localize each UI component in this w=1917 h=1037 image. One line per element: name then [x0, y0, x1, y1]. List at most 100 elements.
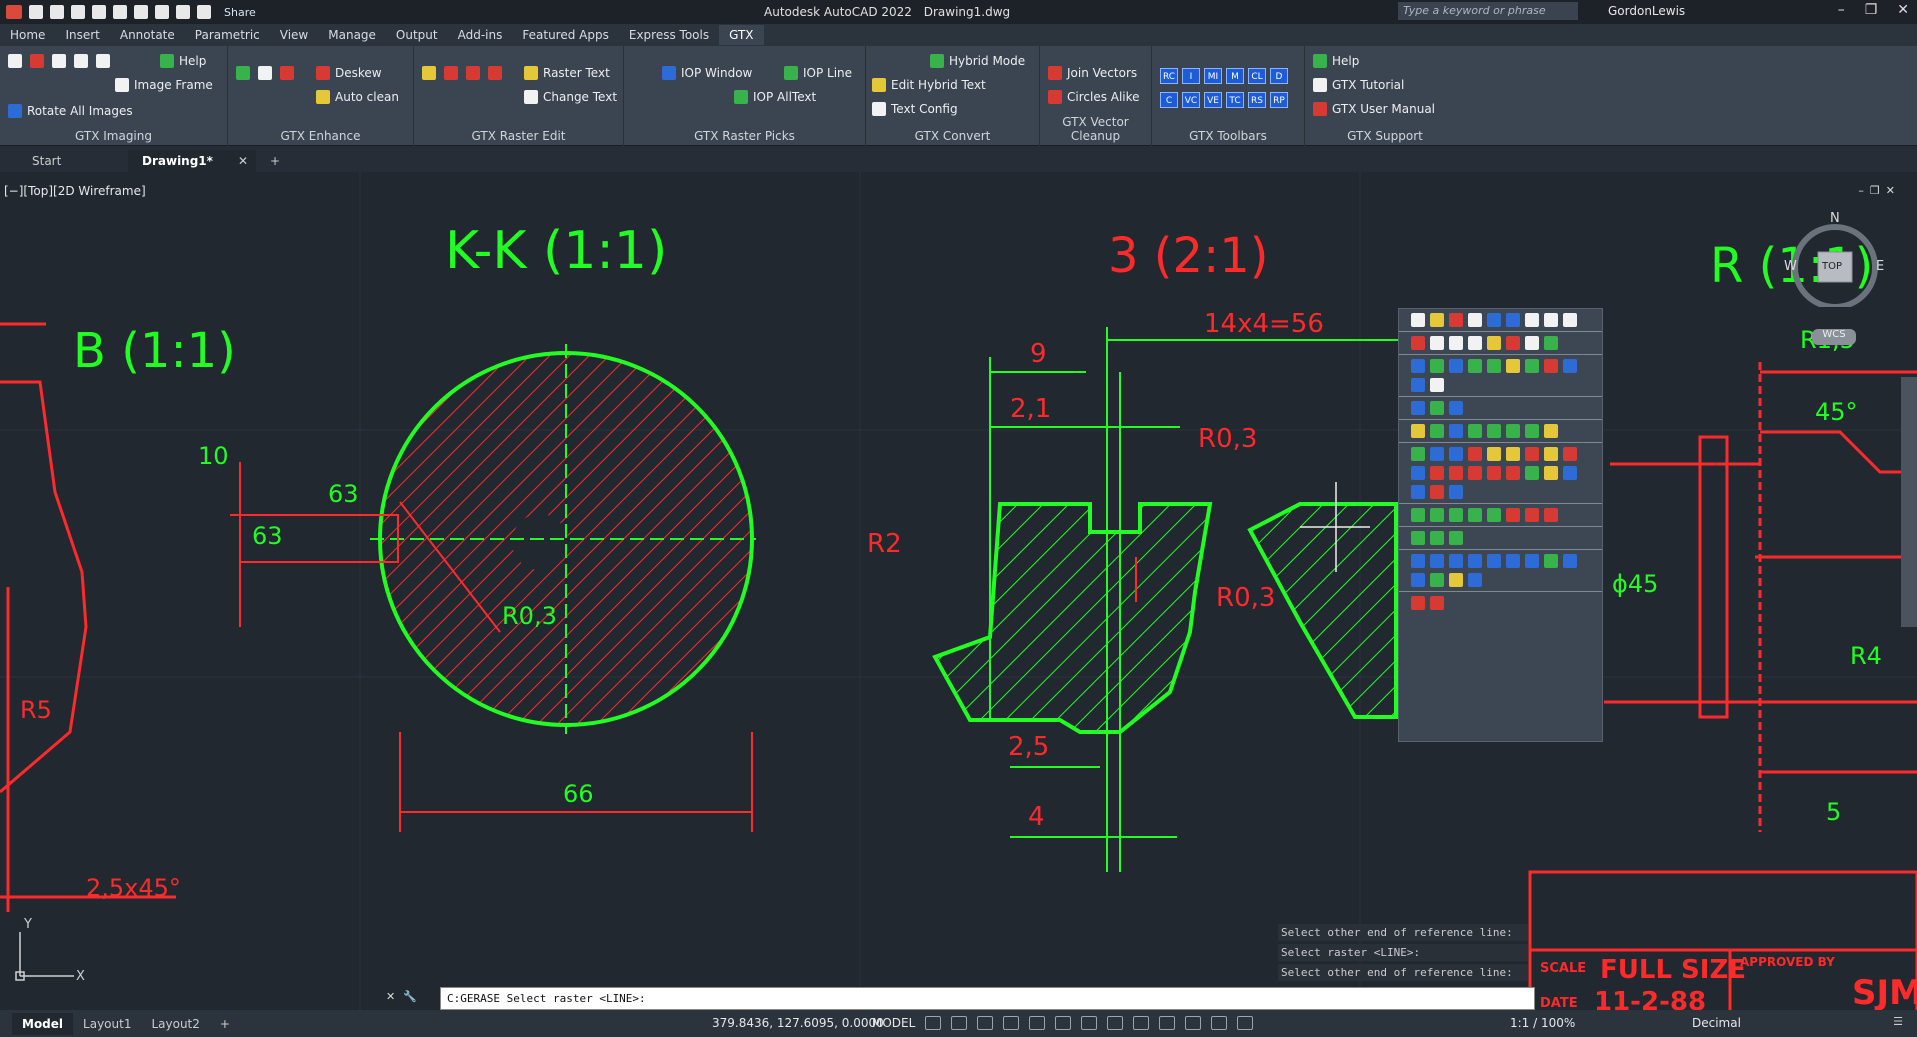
- wcs-menu[interactable]: WCS: [1812, 329, 1856, 345]
- tool-icon[interactable]: [1487, 336, 1501, 350]
- tool-icon[interactable]: [1430, 401, 1444, 415]
- tab-annotate[interactable]: Annotate: [110, 25, 185, 45]
- change-text-button[interactable]: Change Text: [524, 90, 617, 104]
- image-manager-icon[interactable]: [74, 54, 88, 68]
- rotate-all-images-button[interactable]: Rotate All Images: [8, 104, 133, 118]
- edit-hybrid-text-button[interactable]: Edit Hybrid Text: [872, 78, 986, 92]
- image-frame-button[interactable]: Image Frame: [115, 78, 213, 92]
- tool-icon[interactable]: [1506, 313, 1520, 327]
- tool-icon[interactable]: [1411, 336, 1425, 350]
- tool-icon[interactable]: [1411, 359, 1425, 373]
- tool-icon[interactable]: [1449, 531, 1463, 545]
- save-web-icon[interactable]: [134, 5, 148, 19]
- tool-icon[interactable]: [1430, 424, 1444, 438]
- toolbar-rs-button[interactable]: RS: [1248, 92, 1266, 108]
- invert-icon[interactable]: [258, 66, 272, 80]
- tool-icon[interactable]: [1468, 554, 1482, 568]
- tool-icon[interactable]: [1525, 424, 1539, 438]
- tool-icon[interactable]: [1449, 336, 1463, 350]
- tool-icon[interactable]: [1525, 447, 1539, 461]
- search-input[interactable]: Type a keyword or phrase: [1398, 2, 1578, 20]
- tab-featured-apps[interactable]: Featured Apps: [512, 25, 618, 45]
- tool-icon[interactable]: [1563, 466, 1577, 480]
- annotation-scale[interactable]: 1:1 / 100%: [1510, 1016, 1575, 1030]
- gtx-tutorial-button[interactable]: GTX Tutorial: [1313, 78, 1404, 92]
- tool-icon[interactable]: [1487, 554, 1501, 568]
- tool-icon[interactable]: [1430, 573, 1444, 587]
- coordinate-readout[interactable]: 379.8436, 127.6095, 0.0000: [712, 1016, 884, 1030]
- tool-icon[interactable]: [1506, 359, 1520, 373]
- iop-alltext-button[interactable]: IOP AllText: [734, 90, 816, 104]
- save-icon[interactable]: [71, 5, 85, 19]
- tool-icon[interactable]: [1430, 447, 1444, 461]
- tool-icon[interactable]: [1411, 447, 1425, 461]
- units-selector[interactable]: Decimal: [1692, 1016, 1741, 1030]
- snap-toggle-icon[interactable]: [951, 1016, 967, 1030]
- tool-icon[interactable]: [1544, 466, 1558, 480]
- tool-icon[interactable]: [1468, 424, 1482, 438]
- tool-icon[interactable]: [1544, 554, 1558, 568]
- tab-manage[interactable]: Manage: [318, 25, 386, 45]
- viewcube-top-face[interactable]: TOP: [1822, 261, 1842, 272]
- open-web-icon[interactable]: [113, 5, 127, 19]
- customize-status-icon[interactable]: ☰: [1893, 1015, 1903, 1028]
- tool-icon[interactable]: [1468, 508, 1482, 522]
- tool-icon[interactable]: [1449, 424, 1463, 438]
- tool-icon[interactable]: [1449, 447, 1463, 461]
- toolbar-rp-button[interactable]: RP: [1270, 92, 1288, 108]
- tool-icon[interactable]: [1563, 447, 1577, 461]
- tab-add-ins[interactable]: Add-ins: [448, 25, 513, 45]
- toolbar-mi-button[interactable]: MI: [1204, 68, 1222, 84]
- tool-icon[interactable]: [1449, 485, 1463, 499]
- polar-toggle-icon[interactable]: [1029, 1016, 1045, 1030]
- annotation-visibility-icon[interactable]: [1211, 1016, 1227, 1030]
- tool-icon[interactable]: [1430, 485, 1444, 499]
- tool-icon[interactable]: [1430, 336, 1444, 350]
- toolbar-cl-button[interactable]: CL: [1248, 68, 1266, 84]
- tool-icon[interactable]: [1525, 554, 1539, 568]
- drawing-viewport[interactable]: [−][Top][2D Wireframe] –❐✕ B (1:1) R5 2,…: [0, 172, 1917, 1012]
- restore-icon[interactable]: ❐: [1865, 2, 1878, 18]
- tool-icon[interactable]: [1468, 447, 1482, 461]
- tool-icon[interactable]: [1449, 359, 1463, 373]
- tool-icon[interactable]: [1506, 466, 1520, 480]
- tool-icon[interactable]: [1563, 554, 1577, 568]
- join-vectors-button[interactable]: Join Vectors: [1048, 66, 1137, 80]
- tool-icon[interactable]: [1468, 573, 1482, 587]
- tool-icon[interactable]: [1487, 359, 1501, 373]
- tab-insert[interactable]: Insert: [55, 25, 109, 45]
- support-help-button[interactable]: Help: [1313, 54, 1359, 68]
- add-layout-button[interactable]: +: [210, 1013, 240, 1035]
- transparency-toggle-icon[interactable]: [1133, 1016, 1149, 1030]
- tool-icon[interactable]: [1449, 554, 1463, 568]
- tool-icon[interactable]: [1506, 508, 1520, 522]
- hybrid-mode-button[interactable]: Hybrid Mode: [930, 54, 1025, 68]
- tool-icon[interactable]: [1563, 313, 1577, 327]
- tool-icon[interactable]: [1411, 313, 1425, 327]
- redo-icon[interactable]: [197, 5, 211, 19]
- raster-erase-icon[interactable]: [488, 66, 502, 80]
- tool-icon[interactable]: [1411, 573, 1425, 587]
- deskew-button[interactable]: Deskew: [316, 66, 382, 80]
- tool-icon[interactable]: [1449, 573, 1463, 587]
- toolbar-ve-button[interactable]: VE: [1204, 92, 1222, 108]
- raster-text-button[interactable]: Raster Text: [524, 66, 610, 80]
- tool-icon[interactable]: [1411, 531, 1425, 545]
- tool-icon[interactable]: [1544, 424, 1558, 438]
- toolbar-d-button[interactable]: D: [1270, 68, 1288, 84]
- lineweight-toggle-icon[interactable]: [1107, 1016, 1123, 1030]
- navigation-bar[interactable]: [1901, 377, 1917, 627]
- auto-scale-icon[interactable]: [1237, 1016, 1253, 1030]
- open-icon[interactable]: [50, 5, 64, 19]
- tool-icon[interactable]: [1468, 313, 1482, 327]
- tool-icon[interactable]: [1449, 508, 1463, 522]
- tool-icon[interactable]: [1411, 596, 1425, 610]
- toolbar-vc-button[interactable]: VC: [1182, 92, 1200, 108]
- tool-icon[interactable]: [1487, 313, 1501, 327]
- tool-icon[interactable]: [1468, 466, 1482, 480]
- toolbar-i-button[interactable]: I: [1182, 68, 1200, 84]
- tool-icon[interactable]: [1449, 313, 1463, 327]
- tab-output[interactable]: Output: [386, 25, 448, 45]
- tool-icon[interactable]: [1544, 359, 1558, 373]
- viewcube[interactable]: N W E TOP WCS: [1784, 211, 1884, 345]
